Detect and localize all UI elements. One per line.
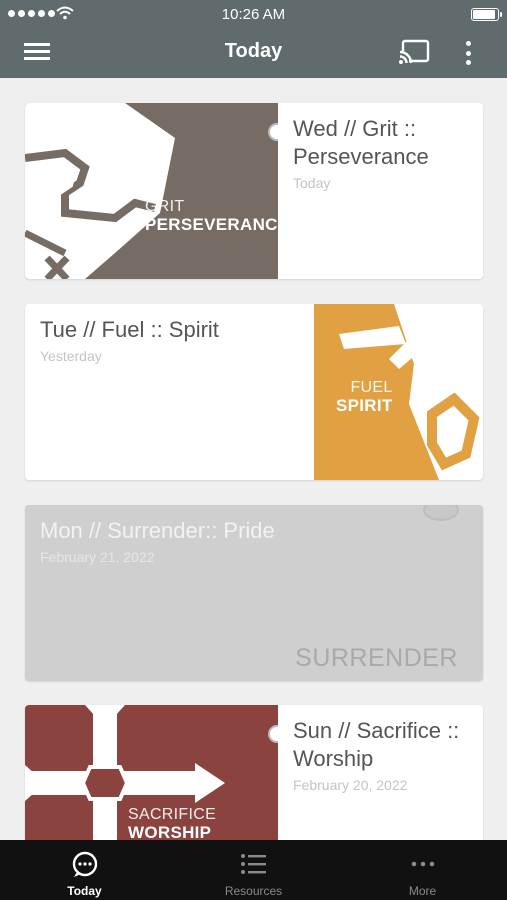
- card-artwork-label: FUEL SPIRIT: [336, 379, 393, 415]
- card-artwork: GRIT PERSEVERANCE: [25, 103, 278, 279]
- card-artwork-label: SURRENDER: [295, 644, 458, 672]
- app-header: 10:26 AM Today: [0, 0, 507, 78]
- card-date: February 21, 2022: [40, 549, 155, 565]
- grit-artwork: [25, 103, 175, 279]
- devotional-card-fuel[interactable]: Tue // Fuel :: Spirit Yesterday FUEL SPI…: [25, 304, 483, 480]
- card-title: Mon // Surrender:: Pride: [40, 518, 275, 543]
- tab-label: Resources: [224, 884, 283, 898]
- status-bar: 10:26 AM: [0, 0, 507, 28]
- list-icon: [240, 854, 266, 874]
- devotional-card-surrender[interactable]: Mon // Surrender:: Pride February 21, 20…: [25, 505, 483, 681]
- page-title: Today: [224, 40, 283, 62]
- cast-icon[interactable]: [398, 39, 430, 65]
- more-dots-icon: [411, 861, 434, 867]
- tab-label: Today: [67, 884, 102, 898]
- card-date: February 20, 2022: [293, 777, 408, 793]
- status-time: 10:26 AM: [221, 6, 286, 23]
- tab-today[interactable]: Today: [0, 840, 169, 900]
- battery-icon: [471, 8, 502, 21]
- tab-more[interactable]: More: [338, 840, 507, 900]
- tab-resources[interactable]: Resources: [169, 840, 338, 900]
- overflow-menu-button[interactable]: [458, 38, 478, 68]
- card-date: Today: [293, 175, 331, 191]
- card-date: Yesterday: [40, 348, 102, 364]
- bottom-nav: Today Resources More: [0, 840, 507, 900]
- chat-bubble-icon: [72, 851, 97, 877]
- card-artwork-label: GRIT PERSEVERANCE: [145, 198, 278, 234]
- tab-label: More: [408, 884, 437, 898]
- card-artwork-label: SACRIFICE WORSHIP: [128, 806, 217, 842]
- card-title: Wed // Grit :: Perseverance: [293, 116, 429, 169]
- card-artwork: FUEL SPIRIT: [314, 304, 483, 480]
- devotional-card-grit[interactable]: GRIT PERSEVERANCE Wed // Grit :: Perseve…: [25, 103, 483, 279]
- more-vertical-icon: [465, 41, 471, 46]
- card-title: Tue // Fuel :: Spirit: [40, 317, 219, 342]
- card-title: Sun // Sacrifice :: Worship: [293, 718, 460, 771]
